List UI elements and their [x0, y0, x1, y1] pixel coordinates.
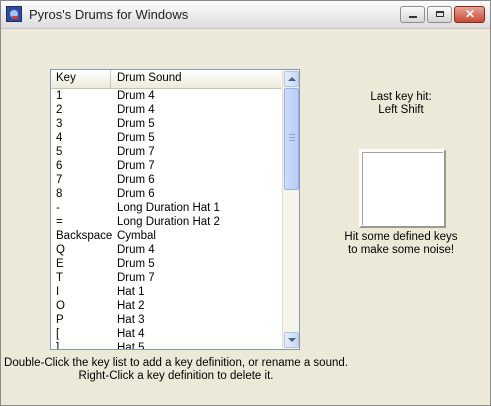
- noise-hint-line-1: Hit some defined keys: [344, 231, 458, 243]
- row-key: P: [56, 314, 64, 326]
- row-drum-sound: Long Duration Hat 2: [117, 216, 220, 228]
- list-item[interactable]: 2 Drum 4: [51, 103, 281, 117]
- row-drum-sound: Cymbal: [117, 230, 156, 242]
- row-key: 8: [56, 188, 63, 200]
- scroll-up-button[interactable]: [284, 71, 299, 87]
- minimize-button[interactable]: [400, 6, 425, 23]
- row-key: =: [56, 216, 63, 228]
- list-item[interactable]: 3 Drum 5: [51, 117, 281, 131]
- list-item[interactable]: Q Drum 4: [51, 243, 281, 257]
- row-key: Q: [56, 244, 65, 256]
- list-rows: 1 Drum 4 2 Drum 4 3 Drum 5 4 Drum 5 5 Drum 7 6 Drum…: [51, 89, 281, 349]
- scroll-thumb[interactable]: [284, 88, 299, 190]
- hint-add-definition: Double-Click the key list to add a key d…: [4, 357, 348, 369]
- window-title: Pyros's Drums for Windows: [29, 7, 189, 22]
- row-drum-sound: Drum 5: [117, 132, 155, 144]
- row-drum-sound: Hat 5: [117, 342, 145, 349]
- last-key-value: Left Shift: [378, 104, 424, 116]
- row-key: T: [56, 272, 64, 284]
- row-drum-sound: Long Duration Hat 1: [117, 202, 220, 214]
- row-drum-sound: Hat 1: [117, 286, 145, 298]
- minimize-icon: [409, 16, 417, 18]
- list-item[interactable]: T Drum 7: [51, 271, 281, 285]
- row-key: 3: [56, 118, 63, 130]
- close-button[interactable]: ✕: [454, 6, 485, 23]
- drum-hit-indicator: [359, 149, 446, 228]
- row-drum-sound: Drum 6: [117, 188, 155, 200]
- noise-hint-line-2: to make some noise!: [347, 244, 455, 256]
- thumb-grip-line: [289, 137, 295, 138]
- chevron-up-icon: [288, 77, 296, 81]
- list-item[interactable]: I Hat 1: [51, 285, 281, 299]
- list-item[interactable]: P Hat 3: [51, 313, 281, 327]
- thumb-grip-line: [289, 140, 295, 141]
- row-key: [: [56, 328, 60, 340]
- column-header-key[interactable]: Key: [51, 70, 111, 88]
- row-key: I: [56, 286, 60, 298]
- list-item[interactable]: 8 Drum 6: [51, 187, 281, 201]
- row-key: -: [56, 202, 60, 214]
- row-key: Backspace: [56, 230, 113, 242]
- list-item[interactable]: - Long Duration Hat 1: [51, 201, 281, 215]
- list-item[interactable]: 4 Drum 5: [51, 131, 281, 145]
- list-item[interactable]: Backspace Cymbal: [51, 229, 281, 243]
- row-drum-sound: Drum 7: [117, 146, 155, 158]
- row-drum-sound: Drum 4: [117, 104, 155, 116]
- row-drum-sound: Hat 2: [117, 300, 145, 312]
- row-key: 5: [56, 146, 63, 158]
- vertical-scrollbar[interactable]: [282, 70, 299, 349]
- hint-delete-definition: Right-Click a key definition to delete i…: [78, 370, 274, 382]
- list-item[interactable]: 5 Drum 7: [51, 145, 281, 159]
- row-drum-sound: Drum 7: [117, 272, 155, 284]
- last-key-label: Last key hit:: [370, 91, 432, 103]
- row-key: 4: [56, 132, 63, 144]
- row-drum-sound: Drum 4: [117, 90, 155, 102]
- row-drum-sound: Drum 5: [117, 118, 155, 130]
- row-drum-sound: Drum 7: [117, 160, 155, 172]
- row-drum-sound: Drum 6: [117, 174, 155, 186]
- key-definition-list[interactable]: Key Drum Sound 1 Drum 4 2 Drum 4 3 Drum 5 4 Dru…: [50, 69, 300, 350]
- row-drum-sound: Drum 5: [117, 258, 155, 270]
- list-item[interactable]: E Drum 5: [51, 257, 281, 271]
- scroll-down-button[interactable]: [284, 332, 299, 348]
- row-key: 7: [56, 174, 63, 186]
- close-icon: ✕: [465, 7, 476, 21]
- list-item[interactable]: = Long Duration Hat 2: [51, 215, 281, 229]
- row-key: 1: [56, 90, 63, 102]
- list-item[interactable]: [ Hat 4: [51, 327, 281, 341]
- list-item[interactable]: 6 Drum 7: [51, 159, 281, 173]
- drum-app-icon[interactable]: [6, 6, 22, 22]
- thumb-grip-line: [289, 134, 295, 135]
- list-item[interactable]: 1 Drum 4: [51, 89, 281, 103]
- list-item[interactable]: 7 Drum 6: [51, 173, 281, 187]
- row-drum-sound: Drum 4: [117, 244, 155, 256]
- column-header-drum-sound[interactable]: Drum Sound: [112, 70, 281, 88]
- row-key: 2: [56, 104, 63, 116]
- row-key: ]: [56, 342, 60, 349]
- list-header: Key Drum Sound: [51, 70, 281, 89]
- row-drum-sound: Hat 4: [117, 328, 145, 340]
- list-item[interactable]: O Hat 2: [51, 299, 281, 313]
- app-window: Pyros's Drums for Windows ✕ Key Drum Sou…: [0, 0, 491, 406]
- row-drum-sound: Hat 3: [117, 314, 145, 326]
- list-item[interactable]: ] Hat 5: [51, 341, 281, 349]
- title-bar[interactable]: Pyros's Drums for Windows ✕: [1, 1, 490, 29]
- row-key: O: [56, 300, 65, 312]
- row-key: 6: [56, 160, 63, 172]
- maximize-icon: [436, 11, 444, 17]
- row-key: E: [56, 258, 64, 270]
- maximize-button[interactable]: [427, 6, 452, 23]
- chevron-down-icon: [288, 338, 296, 342]
